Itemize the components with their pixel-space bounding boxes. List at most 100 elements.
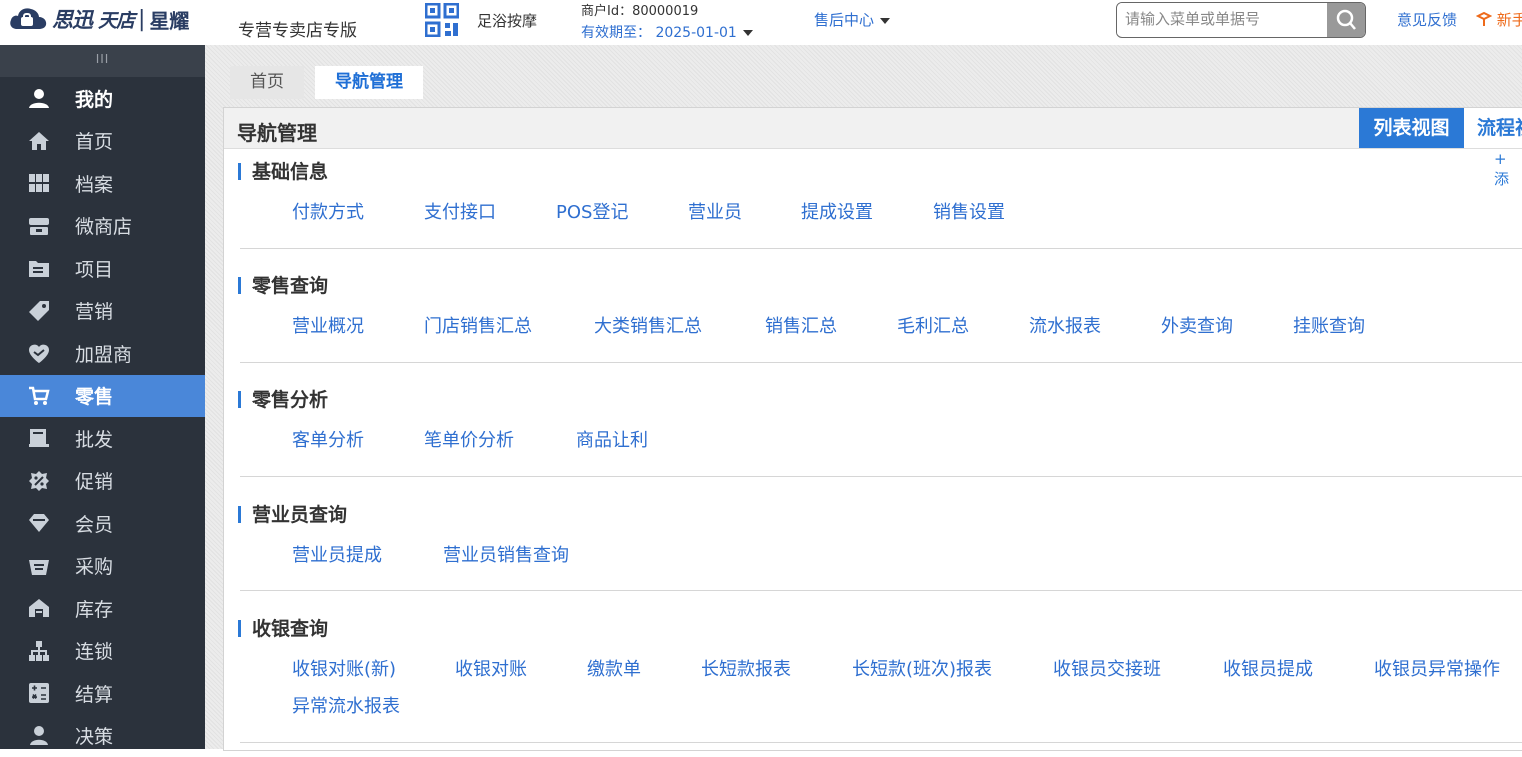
nav-link[interactable]: 支付接口 [424,198,496,224]
sidebar-item-home[interactable]: 首页 [0,120,205,163]
divider [240,248,1522,249]
flow-view-button[interactable]: 流程视图 [1464,108,1522,148]
sidebar-item-settlement[interactable]: 结算 [0,672,205,715]
sidebar-item-inventory[interactable]: 库存 [0,587,205,630]
nav-link[interactable]: 笔单价分析 [424,426,514,452]
user-icon [27,86,51,110]
nav-link[interactable]: 毛利汇总 [897,312,969,338]
sidebar-item-label: 连锁 [75,637,113,664]
sidebar-item-label: 我的 [75,85,113,112]
panel-header: 导航管理 列表视图 流程视图 [224,108,1522,149]
nav-link[interactable]: 收银员交接班 [1053,655,1161,681]
sub-brand: 星耀 [149,5,189,34]
nav-link[interactable]: 营业员 [688,198,742,224]
section-retail-query: 零售查询 营业概况 门店销售汇总 大类销售汇总 销售汇总 毛利汇总 流水报表 外… [238,274,1522,298]
expiry-dropdown[interactable]: 有效期至： 2025-01-01 [581,22,753,42]
newbie-guide-link[interactable]: 新手 [1476,9,1522,30]
sidebar-collapse-handle[interactable]: III [0,45,205,77]
sidebar-item-label: 首页 [75,127,113,154]
newbie-label: 新手 [1497,11,1522,29]
decision-icon [27,724,51,748]
nav-link[interactable]: 长短款报表 [701,655,791,681]
sidebar-item-marketing[interactable]: 营销 [0,290,205,333]
nav-link[interactable]: 提成设置 [801,198,873,224]
list-view-button[interactable]: 列表视图 [1359,108,1464,148]
tab-nav-management[interactable]: 导航管理 [315,66,423,99]
nav-link[interactable]: POS登记 [556,198,628,224]
sidebar-item-mine[interactable]: 我的 [0,77,205,120]
nav-link[interactable]: 收银员提成 [1223,655,1313,681]
nav-link[interactable]: 收银对账 [455,655,527,681]
edition-label: 专营专卖店专版 [238,16,357,41]
chevron-down-icon [743,30,753,36]
section-title: 零售分析 [238,388,1522,412]
section-title: 收银查询 [238,617,1522,641]
sidebar-item-label: 批发 [75,425,113,452]
chain-icon [27,639,51,663]
sidebar-item-member[interactable]: 会员 [0,502,205,545]
nav-link[interactable]: 销售设置 [933,198,1005,224]
nav-link[interactable]: 流水报表 [1029,312,1101,338]
section-cashier-query: 收银查询 收银对账(新) 收银对账 缴款单 长短款报表 长短款(班次)报表 收银… [238,617,1522,641]
content-area: 首页 导航管理 导航管理 列表视图 流程视图 + 添 基础信息 付款方式 支付接… [205,45,1522,749]
nav-link[interactable]: 收银员异常操作 [1374,655,1500,681]
sidebar: III 我的 首页 档案 微商店 项目 营销 加盟商 零售 批发 促销 会 [0,45,205,749]
sidebar-item-microshop[interactable]: 微商店 [0,205,205,248]
cloud-logo-icon [8,5,48,33]
section-retail-analysis: 零售分析 客单分析 笔单价分析 商品让利 [238,388,1522,412]
sidebar-item-purchase[interactable]: 采购 [0,545,205,588]
nav-link[interactable]: 营业员提成 [292,541,382,567]
sidebar-item-label: 零售 [75,382,113,409]
sidebar-item-retail[interactable]: 零售 [0,375,205,418]
sidebar-item-chain[interactable]: 连锁 [0,630,205,673]
nav-link[interactable]: 大类销售汇总 [594,312,702,338]
nav-link[interactable]: 外卖查询 [1161,312,1233,338]
nav-link[interactable]: 长短款(班次)报表 [852,655,992,681]
sidebar-item-label: 微商店 [75,212,132,239]
brand-name-2: 天店 [98,6,134,33]
section-title: 基础信息 [238,160,1522,184]
sidebar-item-franchise[interactable]: 加盟商 [0,332,205,375]
sidebar-item-decision[interactable]: 决策 [0,715,205,757]
discount-icon [27,469,51,493]
home-icon [27,129,51,153]
sidebar-item-promotion[interactable]: 促销 [0,460,205,503]
nav-link[interactable]: 门店销售汇总 [424,312,532,338]
search-button[interactable] [1327,3,1365,37]
sidebar-item-wholesale[interactable]: 批发 [0,417,205,460]
newbie-icon [1476,11,1492,27]
divider [240,742,1522,743]
nav-link[interactable]: 营业概况 [292,312,364,338]
logo[interactable]: 思迅 天店 | 星耀 [8,4,189,34]
search-icon [1335,9,1357,31]
sidebar-item-label: 会员 [75,510,113,537]
search-input[interactable] [1117,3,1327,35]
brand-separator: | [138,7,145,32]
nav-link[interactable]: 收银对账(新) [292,655,396,681]
nav-link[interactable]: 销售汇总 [765,312,837,338]
expiry-text: 有效期至： 2025-01-01 [581,25,737,41]
nav-link[interactable]: 客单分析 [292,426,364,452]
nav-management-panel: 导航管理 列表视图 流程视图 + 添 基础信息 付款方式 支付接口 POS登记 … [223,107,1522,751]
chevron-down-icon [880,18,890,24]
search-box [1116,2,1366,38]
sidebar-item-archive[interactable]: 档案 [0,162,205,205]
sidebar-item-label: 库存 [75,595,113,622]
nav-link[interactable]: 异常流水报表 [292,692,400,718]
after-sales-menu[interactable]: 售后中心 [814,9,890,30]
nav-link[interactable]: 挂账查询 [1293,312,1365,338]
shop-icon [27,214,51,238]
sidebar-item-project[interactable]: 项目 [0,247,205,290]
nav-link[interactable]: 营业员销售查询 [443,541,569,567]
nav-link[interactable]: 商品让利 [576,426,648,452]
feedback-link[interactable]: 意见反馈 [1397,9,1457,30]
qr-code-icon[interactable] [425,3,459,37]
divider [240,476,1522,477]
tab-home[interactable]: 首页 [230,66,304,99]
nav-link[interactable]: 付款方式 [292,198,364,224]
sidebar-item-label: 项目 [75,255,113,282]
cart-icon [27,384,51,408]
sidebar-item-label: 档案 [75,170,113,197]
section-title: 零售查询 [238,274,1522,298]
nav-link[interactable]: 缴款单 [587,655,641,681]
